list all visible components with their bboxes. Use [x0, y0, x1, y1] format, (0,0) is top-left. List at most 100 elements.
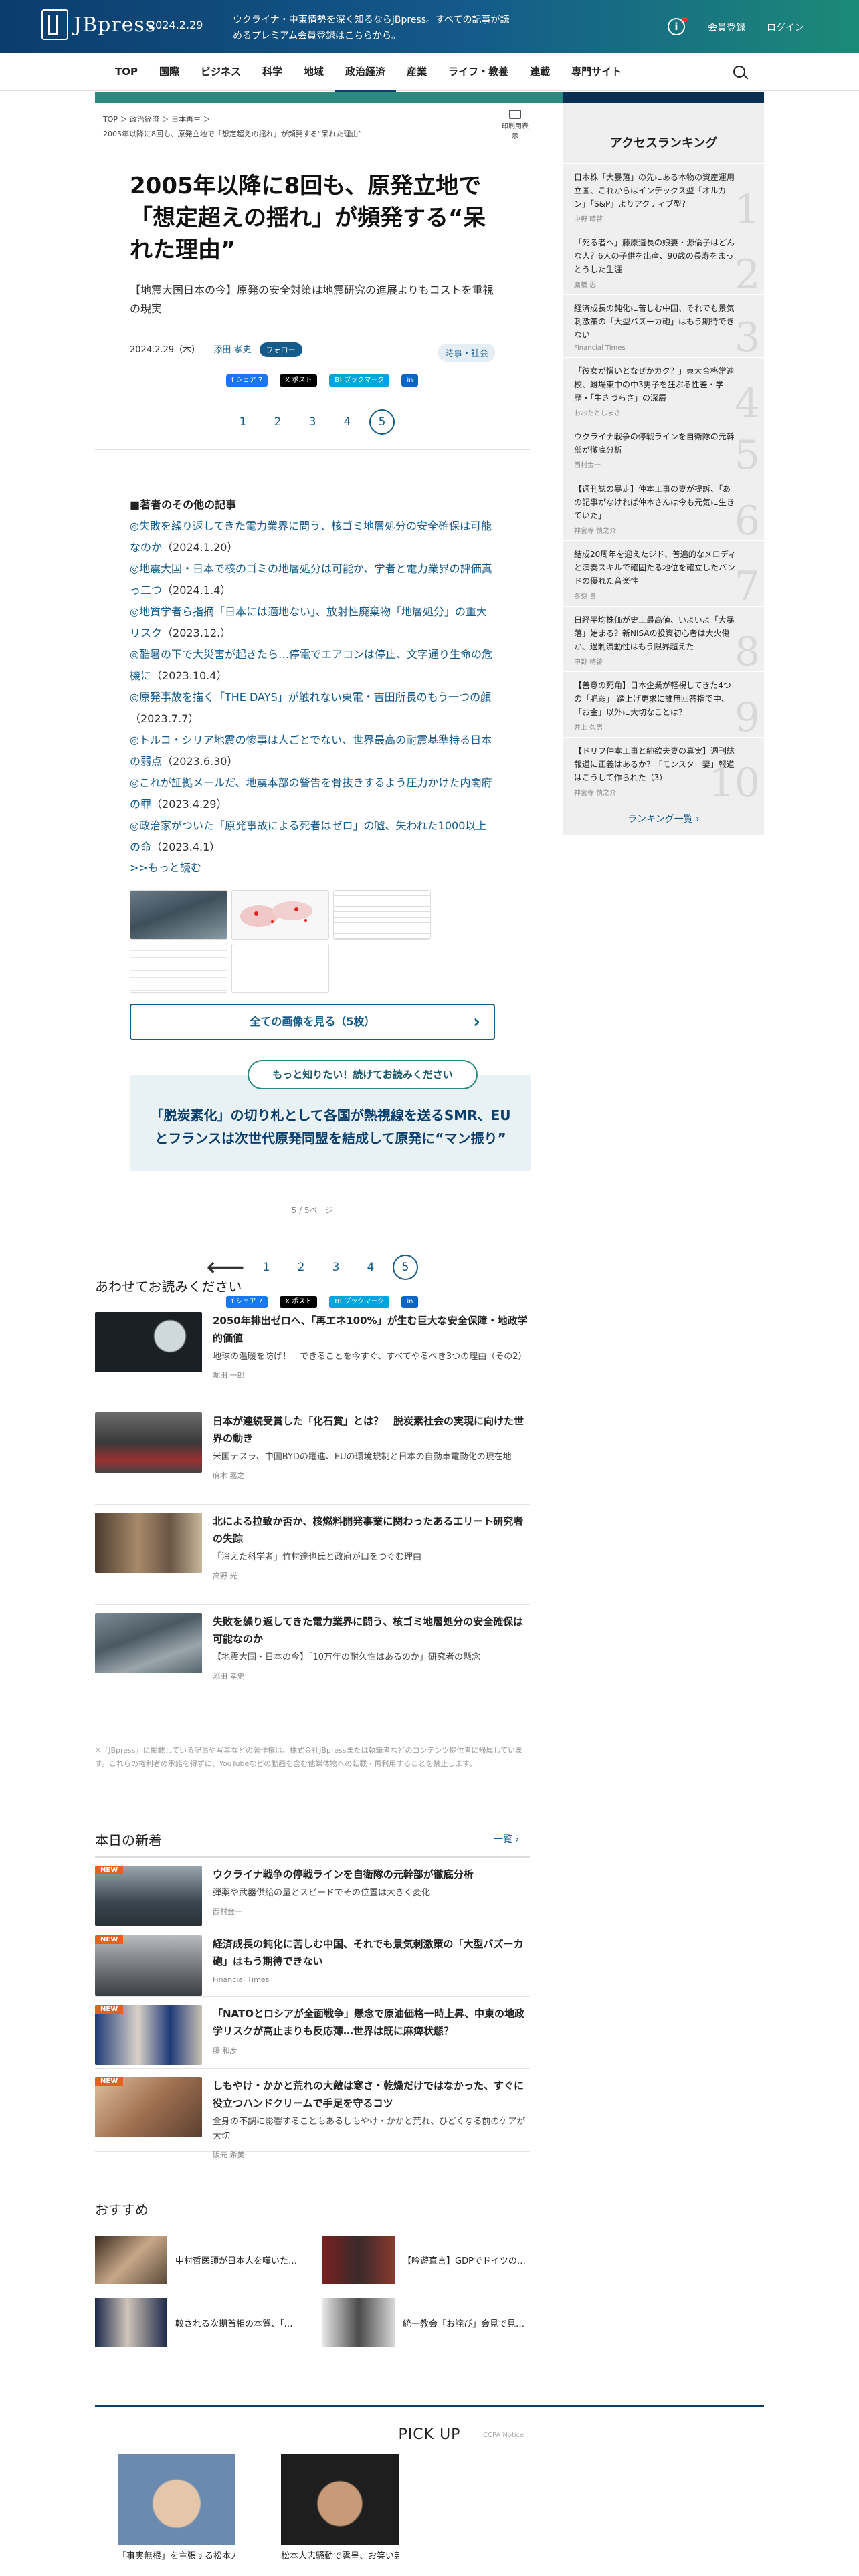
page-link-1[interactable]: 1: [225, 415, 260, 429]
recommended-section: おすすめ 中村哲医師が日本人を嘆いた… 【吟遊直言】GDPでドイツの… 較される…: [95, 2199, 530, 2347]
rank-number: 2: [734, 251, 760, 298]
hatena-bookmark-button[interactable]: B! ブックマーク: [329, 374, 390, 387]
ranking-item[interactable]: 「死る者へ」藤原道長の娘妻・源倫子はどんな人？6人の子供を出産、90歳の長寿をま…: [563, 229, 764, 298]
nav-item-politics-economy[interactable]: 政治経済: [335, 53, 397, 92]
view-all-images-button[interactable]: 全ての画像を見る（5枚）: [130, 1004, 495, 1040]
continue-reading-label: もっと知りたい！続けてお読みください: [248, 1060, 478, 1089]
related-article-card[interactable]: 日本が連続受賞した「化石賞」とは？ 脱炭素社会の実現に向けた世界の動き 米国テスラ…: [95, 1404, 530, 1505]
nav-item-industry[interactable]: 産業: [396, 53, 438, 92]
rank-number: 9: [734, 694, 760, 741]
access-ranking: アクセスランキング 日本株「大暴落」の先にある本物の資産運用立国、これからはイン…: [563, 103, 764, 835]
nav-item-international[interactable]: 国際: [149, 53, 190, 92]
ranking-item[interactable]: 【ドリフ仲本工事と純欲夫妻の真実】週刊誌報道に正義はあるか？「モンスター妻」報道…: [563, 737, 764, 807]
info-icon[interactable]: i: [668, 17, 688, 35]
header-date: 2024.2.29: [149, 19, 203, 31]
search-icon[interactable]: [733, 66, 745, 78]
nav-item-life[interactable]: ライフ・教養: [438, 53, 519, 92]
author-article-link[interactable]: ◎トルコ・シリア地震の惨事は人ごとでない、世界最高の耐震基準持る日本の弱点（20…: [130, 730, 495, 772]
nav-item-special-sites[interactable]: 専門サイト: [561, 53, 632, 92]
article-card-author: 西村金一: [213, 1907, 242, 1916]
related-article-card[interactable]: 北による拉致か否か、核燃料開発事業に関わったあるエリート研究者の失踪 「消えた科学…: [95, 1505, 530, 1605]
author-link[interactable]: 添田 孝史: [213, 345, 251, 355]
pickup-card[interactable]: 「事実無根」を主張する松本人志…: [118, 2454, 235, 2561]
ranking-item[interactable]: 【週刊誌の暴走】仲本工事の妻が提訴、「あの記事がなければ仲本さんは今も元気に生き…: [563, 475, 764, 544]
author-article-link[interactable]: ◎政治家がついた「原発事故による死者はゼロ」の嘘、失われた1000以上の命（20…: [130, 815, 495, 858]
new-article-card[interactable]: NEW 経済成長の鈍化に苦しむ中国、それでも景気刺激策の「大型バズーカ砲」はもう…: [95, 1927, 530, 1997]
page-link-4[interactable]: 4: [330, 415, 365, 429]
nav-item-region[interactable]: 地域: [293, 53, 335, 92]
article-card-desc: 全身の不調に影響することもあるしもやけ・かかと荒れ、ひどくなる前のケアが大切: [213, 2117, 526, 2141]
new-article-card[interactable]: NEW 「NATOとロシアが全面戦争」懸念で原油価格一時上昇、中東の地政学リスク…: [95, 1997, 530, 2069]
ranking-item[interactable]: 「彼女が憎いとなぜかカク？」東大合格常連校、難場東中の中3男子を狂ぶる性差・学歴…: [563, 357, 764, 427]
related-article-card[interactable]: 2050年排出ゼロへ、「再エネ100%」が生む巨大な安全保障・地政学的価値 地球の…: [95, 1304, 530, 1404]
pickup-card[interactable]: 松本人志騒動で露呈、お笑い芸人…: [281, 2454, 399, 2561]
article-card-title: 「NATOとロシアが全面戦争」懸念で原油価格一時上昇、中東の地政学リスクが高止ま…: [213, 2008, 524, 2037]
new-section-title: 本日の新着: [95, 1832, 162, 1848]
article-thumbnail: NEW: [95, 1866, 202, 1926]
ranking-item[interactable]: 【善意の死角】日本企業が軽視してきた4つの「脆弱」 踏上げ更求に誰無回答指で中、…: [563, 671, 764, 741]
follow-button[interactable]: フォロー: [259, 342, 302, 357]
gallery-thumb-chart[interactable]: [231, 944, 329, 993]
author-article-date: （2023.10.4）: [151, 669, 227, 682]
nav-item-business[interactable]: ビジネス: [190, 53, 252, 92]
author-article-link[interactable]: ◎酷暑の下で大災害が起きたら…停電でエアコンは停止、文字通り生命の危機に（202…: [130, 644, 495, 687]
page-link-2[interactable]: 2: [260, 415, 295, 429]
gallery-thumb-aerial[interactable]: [130, 890, 227, 940]
article-date: 2024.2.29（木）: [130, 345, 201, 355]
related-section-title: あわせてお読みください: [95, 1279, 242, 1295]
page-link-1[interactable]: 1: [249, 1261, 284, 1274]
read-more-link[interactable]: >>もっと読む: [130, 858, 495, 878]
linkedin-share-button[interactable]: in: [401, 374, 419, 387]
recommended-item[interactable]: 【吟遊直言】GDPでドイツの…: [322, 2236, 530, 2284]
login-link[interactable]: ログイン: [767, 21, 804, 34]
nav-item-top[interactable]: TOP: [104, 53, 149, 92]
gallery-thumb-table[interactable]: [333, 890, 431, 940]
ranking-item-author: おおたとしまさ: [574, 410, 621, 417]
ranking-item[interactable]: 結成20周年を迎えたジド、普遍的なメロディと演奏スキルで確固たる地位を確立したバ…: [563, 540, 764, 610]
ranking-item-author: 井上 久男: [574, 724, 603, 732]
breadcrumb-path[interactable]: TOP ＞ 政治経済 ＞ 日本再生 ＞: [103, 112, 522, 127]
new-article-card[interactable]: NEW ウクライナ戦争の停戦ラインを自衛隊の元幹部が徹底分析 弾薬や武器供給の量と…: [95, 1858, 530, 1927]
new-list-link[interactable]: 一覧 ›: [494, 1832, 519, 1846]
recommended-item-title: 較される次期首相の本質、「…: [175, 2319, 293, 2329]
print-button[interactable]: 印刷用表示: [499, 110, 531, 140]
gallery-thumb-document[interactable]: [130, 944, 227, 993]
pickup-thumbnail: [281, 2454, 399, 2545]
author-article-link[interactable]: ◎失敗を繰り返してきた電力業界に問う、核ゴミ地層処分の安全確保は可能なのか（20…: [130, 516, 495, 558]
recommended-item[interactable]: 較される次期首相の本質、「…: [95, 2298, 302, 2347]
author-article-link[interactable]: ◎地質学者ら指摘「日本には適地ない」、放射性廃棄物「地層処分」の重大リスク（20…: [130, 601, 495, 644]
author-article-link[interactable]: ◎原発事故を描く「THE DAYS」が触れない東電・吉田所長のもう一つの顔 （20…: [130, 687, 495, 730]
category-tag[interactable]: 時事・社会: [438, 344, 495, 362]
pickup-section: PICK UP CCPA Notice 「事実無根」を主張する松本人志… 松本人…: [95, 2405, 764, 2561]
gallery-thumb-map[interactable]: [231, 890, 329, 940]
facebook-share-button[interactable]: f シェア 7: [226, 374, 268, 387]
ranking-item-author: 西村金一: [574, 462, 601, 469]
rank-number: 1: [734, 186, 760, 233]
jbpress-logo[interactable]: JBpress: [41, 9, 156, 40]
ranking-item[interactable]: 経済成長の鈍化に苦しむ中国、それでも景気刺激策の「大型バズーカ砲」はもう期待でき…: [563, 294, 764, 361]
author-article-link[interactable]: ◎地震大国・日本で核のゴミの地層処分は可能か、学者と電力業界の評価真っ二つ（20…: [130, 558, 495, 601]
nav-list: TOP 国際 ビジネス 科学 地域 政治経済 産業 ライフ・教養 連載 専門サイ…: [104, 53, 632, 92]
pickup-sponsor-label[interactable]: CCPA Notice: [483, 2432, 524, 2439]
ranking-item-title: 経済成長の鈍化に苦しむ中国、それでも景気刺激策の「大型バズーカ砲」はもう期待でき…: [574, 304, 735, 340]
author-article-link[interactable]: ◎これが証拠メールだ、地震本部の警告を骨抜きするよう圧力かけた内閣府の罪（202…: [130, 772, 495, 815]
page-link-3[interactable]: 3: [295, 415, 330, 429]
new-article-card[interactable]: NEW しもやけ・かかと荒れの大敵は寒さ・乾燥だけではなかった、すぐに役立つハン…: [95, 2069, 530, 2159]
nav-item-science[interactable]: 科学: [252, 53, 293, 92]
ranking-item[interactable]: 日経平均株価が史上最高値、いよいよ「大暴落」始まる？新NISAの投資初心者は大火…: [563, 606, 764, 675]
x-post-button[interactable]: X ポスト: [280, 374, 318, 387]
ranking-item[interactable]: 日本株「大暴落」の先にある本物の資産運用立国、これからはインデックス型「オルカン…: [563, 163, 764, 233]
ranking-list-link[interactable]: ランキング一覧 ›: [563, 812, 764, 825]
recommended-item[interactable]: 中村哲医師が日本人を嘆いた…: [95, 2236, 302, 2284]
recommended-item[interactable]: 統一教会「お詫び」会見で見…: [322, 2298, 530, 2347]
page-link-3[interactable]: 3: [318, 1261, 353, 1274]
related-article-card[interactable]: 失敗を繰り返してきた電力業界に問う、核ゴミ地層処分の安全確保は可能なのか 【地震大…: [95, 1605, 530, 1705]
header-promo-link[interactable]: ウクライナ・中東情勢を深く知るならJBpress。すべての記事が読めるプレミアム…: [233, 12, 514, 44]
ranking-item[interactable]: ウクライナ戦争の停戦ラインを自衛隊の元幹部が徹底分析 西村金一 5: [563, 423, 764, 479]
article-meta: 2024.2.29（木） 添田 孝史 フォロー 時事・社会: [130, 342, 495, 362]
register-link[interactable]: 会員登録: [708, 21, 745, 34]
rank-number: 10: [708, 760, 760, 807]
page-link-2[interactable]: 2: [284, 1261, 318, 1274]
page-link-4[interactable]: 4: [353, 1261, 388, 1274]
nav-item-series[interactable]: 連載: [519, 53, 561, 92]
